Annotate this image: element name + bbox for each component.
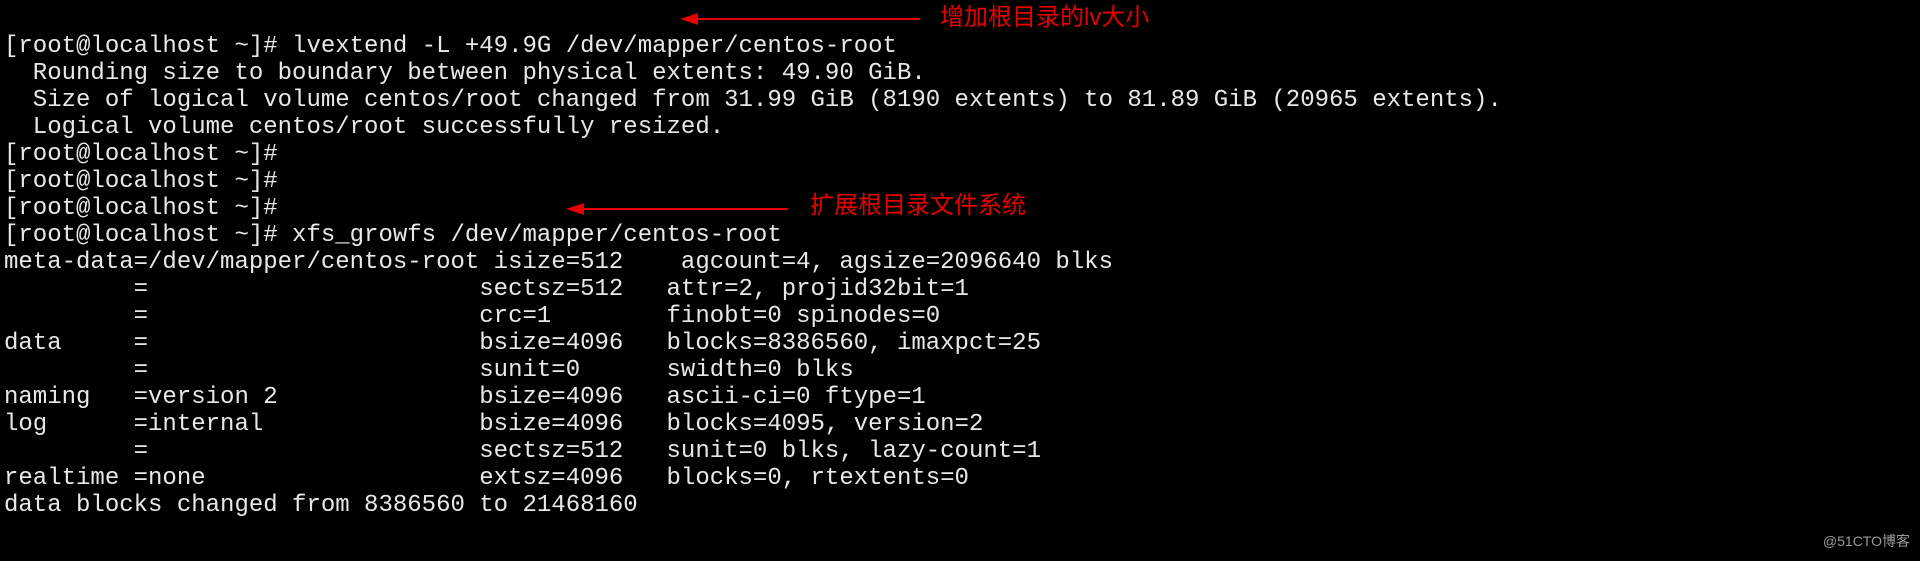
- output-line: = sectsz=512 sunit=0 blks, lazy-count=1: [4, 438, 1041, 465]
- output-line: realtime =none extsz=4096 blocks=0, rtex…: [4, 465, 969, 492]
- prompt: [root@localhost ~]#: [4, 222, 292, 249]
- output-line: = crc=1 finobt=0 spinodes=0: [4, 303, 940, 330]
- prompt: [root@localhost ~]#: [4, 141, 292, 168]
- output-line: Logical volume centos/root successfully …: [4, 114, 724, 141]
- command-lvextend: lvextend -L +49.9G /dev/mapper/centos-ro…: [292, 33, 897, 60]
- output-line: meta-data=/dev/mapper/centos-root isize=…: [4, 249, 1113, 276]
- output-line: naming =version 2 bsize=4096 ascii-ci=0 …: [4, 384, 926, 411]
- prompt: [root@localhost ~]#: [4, 33, 292, 60]
- annotation-lvextend: 增加根目录的lv大小: [940, 4, 1149, 31]
- prompt: [root@localhost ~]#: [4, 168, 292, 195]
- output-line: log =internal bsize=4096 blocks=4095, ve…: [4, 411, 983, 438]
- output-line: = sectsz=512 attr=2, projid32bit=1: [4, 276, 969, 303]
- annotation-xfs-growfs: 扩展根目录文件系统: [810, 192, 1026, 219]
- arrow-icon: [680, 6, 930, 32]
- output-line: Rounding size to boundary between physic…: [4, 60, 926, 87]
- output-line: Size of logical volume centos/root chang…: [4, 87, 1502, 114]
- output-line: data blocks changed from 8386560 to 2146…: [4, 492, 638, 519]
- output-line: = sunit=0 swidth=0 blks: [4, 357, 854, 384]
- terminal-window[interactable]: [root@localhost ~]# lvextend -L +49.9G /…: [0, 0, 1920, 561]
- command-xfs-growfs: xfs_growfs /dev/mapper/centos-root: [292, 222, 782, 249]
- arrow-icon: [566, 196, 796, 222]
- prompt: [root@localhost ~]#: [4, 195, 292, 222]
- output-line: data = bsize=4096 blocks=8386560, imaxpc…: [4, 330, 1041, 357]
- watermark: @51CTO博客: [1823, 528, 1910, 555]
